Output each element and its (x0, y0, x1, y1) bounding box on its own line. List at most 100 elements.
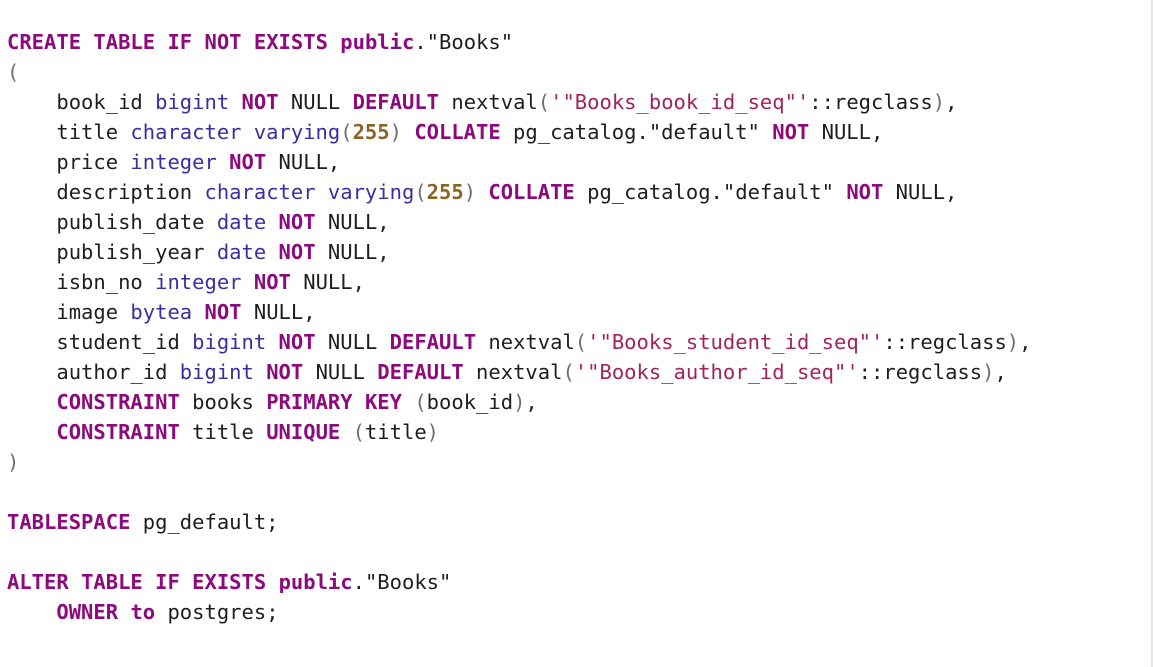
sql-keyword: NOT (241, 90, 279, 114)
code-line[interactable]: title character varying(255) COLLATE pg_… (0, 117, 1153, 147)
sql-text: publish_date (7, 210, 217, 234)
sql-string: '"Books_author_id_seq"' (574, 360, 859, 384)
sql-keyword: CONSTRAINT (56, 420, 180, 444)
sql-keyword: NOT (204, 300, 242, 324)
sql-text: NULL, (315, 210, 390, 234)
sql-punctuation: ( (414, 390, 427, 414)
sql-text: NULL (303, 360, 378, 384)
sql-type: character varying (130, 120, 341, 144)
sql-text: postgres; (155, 600, 279, 624)
sql-type: integer (155, 270, 242, 294)
sql-keyword: TABLESPACE (7, 510, 131, 534)
code-line[interactable] (0, 537, 1153, 567)
sql-text: NULL (315, 330, 390, 354)
sql-text: ."Books" (414, 30, 514, 54)
code-line[interactable]: ( (0, 57, 1153, 87)
sql-type: character varying (204, 180, 415, 204)
sql-keyword: PRIMARY (266, 390, 353, 414)
code-line[interactable]: author_id bigint NOT NULL DEFAULT nextva… (0, 357, 1153, 387)
code-line[interactable]: isbn_no integer NOT NULL, (0, 267, 1153, 297)
code-line[interactable]: CONSTRAINT books PRIMARY KEY (book_id), (0, 387, 1153, 417)
sql-text: NULL, (809, 120, 884, 144)
sql-text: ::regclass (883, 330, 1007, 354)
sql-type: integer (130, 150, 217, 174)
sql-code-editor[interactable]: CREATE TABLE IF NOT EXISTS public."Books… (0, 0, 1153, 667)
sql-keyword: NOT (278, 240, 316, 264)
sql-text: ."Books" (352, 570, 452, 594)
sql-keyword: CONSTRAINT (56, 390, 180, 414)
sql-keyword: NOT (278, 210, 316, 234)
sql-text: book_id (426, 390, 514, 414)
sql-punctuation: ( (352, 420, 365, 444)
sql-type: bigint (155, 90, 230, 114)
sql-string: '"Books_student_id_seq"' (587, 330, 884, 354)
code-block: CREATE TABLE IF NOT EXISTS public."Books… (0, 27, 1153, 627)
code-line[interactable]: price integer NOT NULL, (0, 147, 1153, 177)
sql-text: NULL (278, 90, 353, 114)
sql-keyword: NOT (266, 360, 304, 384)
sql-type: bytea (130, 300, 193, 324)
sql-keyword: COLLATE (414, 120, 501, 144)
code-line[interactable]: description character varying(255) COLLA… (0, 177, 1153, 207)
code-line[interactable] (0, 477, 1153, 507)
sql-keyword: DEFAULT (389, 330, 477, 354)
sql-text: , (994, 360, 1007, 384)
code-line[interactable]: image bytea NOT NULL, (0, 297, 1153, 327)
sql-text: NULL, (266, 150, 341, 174)
sql-type: date (216, 240, 267, 264)
sql-text: price (7, 150, 131, 174)
sql-keyword: DEFAULT (377, 360, 464, 384)
sql-keyword: NOT (204, 30, 242, 54)
sql-text: title (364, 420, 427, 444)
code-line[interactable]: TABLESPACE pg_default; (0, 507, 1153, 537)
code-line[interactable]: ALTER TABLE IF EXISTS public."Books" (0, 567, 1153, 597)
sql-text: title (179, 420, 267, 444)
sql-punctuation: ( (574, 330, 588, 354)
sql-string: '"Books_book_id_seq"' (550, 90, 810, 114)
sql-keyword: NOT (253, 270, 291, 294)
code-line[interactable]: student_id bigint NOT NULL DEFAULT nextv… (0, 327, 1153, 357)
sql-keyword: NOT (772, 120, 810, 144)
sql-text: ::regclass (858, 360, 983, 384)
sql-keyword: ALTER (7, 570, 69, 594)
code-line[interactable]: book_id bigint NOT NULL DEFAULT nextval(… (0, 87, 1153, 117)
sql-punctuation: ) (463, 180, 477, 204)
code-line[interactable]: OWNER to postgres; (0, 597, 1153, 627)
sql-type: bigint (192, 330, 267, 354)
sql-text: author_id (7, 360, 180, 384)
code-line[interactable]: CREATE TABLE IF NOT EXISTS public."Books… (0, 27, 1153, 57)
sql-text: title (7, 120, 131, 144)
sql-keyword: NOT (278, 330, 316, 354)
code-line[interactable]: CONSTRAINT title UNIQUE (title) (0, 417, 1153, 447)
sql-text: , (525, 390, 538, 414)
sql-keyword: EXISTS (253, 30, 328, 54)
code-line[interactable]: publish_date date NOT NULL, (0, 207, 1153, 237)
sql-keyword: KEY (364, 390, 402, 414)
sql-keyword: TABLE (81, 570, 143, 594)
sql-punctuation: ) (982, 360, 995, 384)
sql-text: pg_catalog."default" (500, 120, 773, 144)
sql-punctuation: ( (340, 120, 353, 144)
code-line[interactable]: ) (0, 447, 1153, 477)
code-line[interactable]: publish_year date NOT NULL, (0, 237, 1153, 267)
sql-text: student_id (7, 330, 193, 354)
